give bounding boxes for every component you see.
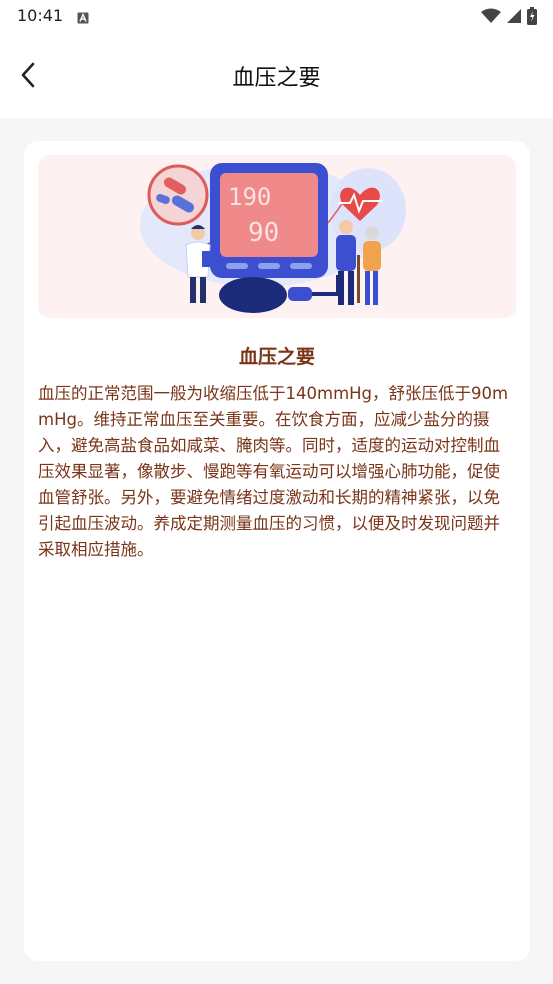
notification-a-icon: [77, 9, 89, 28]
battery-icon: [527, 7, 537, 29]
status-icons: [481, 7, 537, 29]
pump-bulb-icon: [219, 277, 287, 313]
monitor-reading-bottom: 90: [248, 218, 279, 248]
article-body: 血压的正常范围一般为收缩压低于140mmHg，舒张压低于90mmHg。维持正常血…: [38, 384, 509, 559]
article-card: 190 90 血压之要 血压的正常范围一般为收缩压低于140mmHg，舒张压低于…: [24, 141, 530, 961]
monitor-reading-top: 190: [228, 183, 271, 211]
wifi-icon: [481, 8, 501, 28]
blood-pressure-illustration: 190 90: [38, 155, 516, 318]
page-title: 血压之要: [232, 66, 321, 91]
status-time: 10:41: [17, 6, 64, 25]
status-bar: 10:41: [0, 0, 553, 32]
header: 血压之要: [0, 32, 553, 118]
article-title: 血压之要: [238, 346, 315, 368]
cell-signal-icon: [507, 8, 521, 28]
